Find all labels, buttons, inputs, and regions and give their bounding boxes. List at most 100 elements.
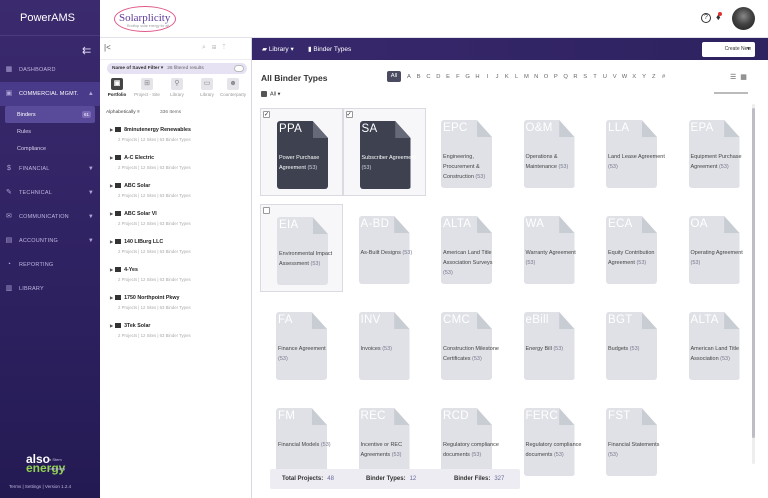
expand-icon[interactable]: ▶ — [110, 239, 113, 244]
alpha-filter-letter[interactable]: U — [600, 74, 610, 80]
nav-item-technical[interactable]: ✎ TECHNICAL ▼ — [0, 181, 100, 205]
tree-node[interactable]: ▶ 3Tek Solar 2 Projects | 12 Sites | 63 Bi… — [110, 323, 250, 351]
settings-link[interactable]: Settings — [25, 484, 41, 489]
tree-node[interactable]: ▶ 1750 Northpoint Pkwy 2 Projects | 12 Sit… — [110, 295, 250, 323]
breadcrumb-library[interactable]: ▰ Library ▾ — [262, 45, 294, 53]
alpha-filter-letter[interactable]: R — [571, 74, 581, 80]
select-all-checkbox[interactable] — [261, 91, 267, 97]
nav-sub-compliance[interactable]: Compliance — [0, 140, 100, 157]
alpha-filter-letter[interactable]: M — [522, 74, 532, 80]
binder-card[interactable]: OA Operating Agreement (53) — [673, 204, 756, 292]
card-checkbox[interactable]: ✓ — [263, 111, 270, 118]
nav-item-library[interactable]: ▥ LIBRARY — [0, 277, 100, 301]
alpha-filter-letter[interactable]: O — [541, 74, 551, 80]
binder-card[interactable]: ECA Equity Contribution Agreement (53) — [590, 204, 673, 292]
alpha-filter-letter[interactable]: C — [424, 74, 434, 80]
alpha-filter-letter[interactable]: G — [463, 74, 473, 80]
add-icon[interactable]: ⊞ — [212, 44, 222, 51]
binder-card[interactable]: BGT Budgets (53) — [590, 300, 673, 388]
alpha-filter-letter[interactable]: W — [620, 74, 630, 80]
binder-card[interactable]: ALTA American Land Title Association (53) — [673, 300, 756, 388]
category-tab[interactable]: ▭ Library — [194, 78, 220, 97]
category-tab[interactable]: ⊞ Project - Site — [134, 78, 160, 97]
binder-card[interactable]: O&M Operations & Maintenance (53) — [508, 108, 591, 196]
expand-icon[interactable]: ▶ — [110, 323, 113, 328]
saved-filter[interactable]: Name of Saved Filter ▾ 26 filtered result… — [107, 63, 247, 74]
nav-item-commercial-mgmt[interactable]: ▣ COMMERCIAL MGMT. ▲ — [0, 82, 100, 106]
binder-card[interactable]: INV Invoices (53) — [343, 300, 426, 388]
nav-item-accounting[interactable]: ▤ ACCOUNTING ▼ — [0, 229, 100, 253]
tree-node[interactable]: ▶ 140 LIBurg LLC 2 Projects | 12 Sites | 6… — [110, 239, 250, 267]
zoom-slider[interactable] — [714, 92, 748, 94]
alpha-filter-letter[interactable]: K — [502, 74, 512, 80]
list-view-icon[interactable]: ☰ — [730, 74, 740, 81]
avatar[interactable] — [732, 7, 755, 30]
alpha-filter-letter[interactable]: L — [512, 74, 522, 80]
alpha-filter-letter[interactable]: H — [473, 74, 483, 80]
nav-item-communication[interactable]: ✉ COMMUNICATION ▼ — [0, 205, 100, 229]
alpha-filter-letter[interactable]: E — [443, 74, 453, 80]
expand-icon[interactable]: ▶ — [110, 211, 113, 216]
expand-icon[interactable]: ▶ — [110, 155, 113, 160]
alpha-filter-letter[interactable]: S — [580, 74, 590, 80]
alpha-filter-letter[interactable]: All — [387, 71, 401, 82]
binder-card[interactable]: eBill Energy Bill (53) — [508, 300, 591, 388]
solarplicity-logo[interactable]: Solarplicity Rooftop solar energy for all — [114, 6, 176, 32]
alpha-filter-letter[interactable]: A — [404, 74, 414, 80]
expand-icon[interactable]: ▶ — [110, 127, 113, 132]
alpha-filter-letter[interactable]: Q — [561, 74, 571, 80]
expand-icon[interactable]: ▶ — [110, 183, 113, 188]
collapse-panel-icon[interactable]: |< — [104, 43, 111, 52]
nav-item-reporting[interactable]: ◔ REPORTING — [0, 253, 100, 277]
select-all[interactable]: All ▾ — [261, 91, 280, 97]
tree-node[interactable]: ▶ 4-Yes 2 Projects | 12 Sites | 63 Binder … — [110, 267, 250, 295]
alpha-filter-letter[interactable]: Z — [649, 74, 659, 80]
tree-node[interactable]: ▶ 8minutenergy Renewables 2 Projects | 12 … — [110, 127, 250, 155]
card-checkbox[interactable]: ✓ — [345, 111, 353, 118]
alpha-filter-letter[interactable]: T — [590, 74, 600, 80]
binder-card[interactable]: EIA Environmental Impact Assessment (53) — [260, 204, 343, 292]
notification-icon[interactable]: ♦ — [716, 12, 722, 22]
filter-toggle[interactable] — [234, 65, 244, 72]
nav-item-dashboard[interactable]: ▦ DASHBOARD — [0, 58, 100, 82]
alpha-filter-letter[interactable]: I — [482, 74, 492, 80]
alpha-filter-letter[interactable]: P — [551, 74, 561, 80]
binder-card[interactable]: WA Warranty Agreement (53) — [508, 204, 591, 292]
nav-sub-rules[interactable]: Rules — [0, 123, 100, 140]
tree-node[interactable]: ▶ ABC Solar 2 Projects | 12 Sites | 63 Bin… — [110, 183, 250, 211]
alpha-filter-letter[interactable]: F — [453, 74, 463, 80]
collapse-left-icon[interactable]: ⇇ — [82, 44, 91, 57]
grid-view-icon[interactable]: ▦ — [740, 74, 751, 81]
alpha-filter-letter[interactable]: V — [610, 74, 620, 80]
alpha-filter-letter[interactable]: D — [433, 74, 443, 80]
binder-card[interactable]: ALTA American Land Title Association Surv… — [425, 204, 508, 292]
binder-card[interactable]: A-BD As-Built Designs (53) — [343, 204, 426, 292]
alpha-filter-letter[interactable]: X — [629, 74, 639, 80]
binder-card[interactable]: LLA Land Lease Agreement (53) — [590, 108, 673, 196]
help-icon[interactable]: ? — [701, 13, 711, 23]
category-tab[interactable]: ▣ Portfolio — [104, 78, 130, 97]
binder-card[interactable]: EPC Engineering, Procurement & Constructi… — [425, 108, 508, 196]
binder-card[interactable]: FA Finance Agreement (53) — [260, 300, 343, 388]
alpha-filter-letter[interactable]: # — [659, 74, 669, 80]
upload-icon[interactable]: ⇡ — [222, 44, 231, 51]
alpha-filter-letter[interactable]: N — [531, 74, 541, 80]
terms-link[interactable]: Terms — [9, 484, 21, 489]
category-tab[interactable]: ☻ Counterparty — [220, 78, 246, 97]
card-checkbox[interactable] — [263, 207, 270, 214]
search-icon[interactable]: ⌕ — [202, 44, 212, 51]
binder-card[interactable]: EPA Equipment Purchase Agreement (53) — [673, 108, 756, 196]
binder-card[interactable]: CMC Construction Milestone Certificates (… — [425, 300, 508, 388]
nav-sub-binders[interactable]: Binders 61 — [5, 106, 95, 123]
category-tab[interactable]: ⚲ Library — [164, 78, 190, 97]
binder-card[interactable]: ✓ PPA Power Purchase Agreement (53) — [260, 108, 343, 196]
binder-card[interactable]: FST Financial Statements (53) — [590, 396, 673, 484]
nav-item-financial[interactable]: $ FINANCIAL ▼ — [0, 157, 100, 181]
create-new-button[interactable]: Create New ▼ — [702, 42, 755, 57]
tree-node[interactable]: ▶ ABC Solar VI 2 Projects | 12 Sites | 63 … — [110, 211, 250, 239]
sort-dropdown[interactable]: Alphabetically ≡ — [106, 110, 140, 115]
alpha-filter-letter[interactable]: Y — [639, 74, 649, 80]
expand-icon[interactable]: ▶ — [110, 267, 113, 272]
binder-card[interactable]: ✓ SA Subscriber Agreement (53) — [342, 108, 426, 196]
alpha-filter-letter[interactable]: J — [492, 74, 502, 80]
